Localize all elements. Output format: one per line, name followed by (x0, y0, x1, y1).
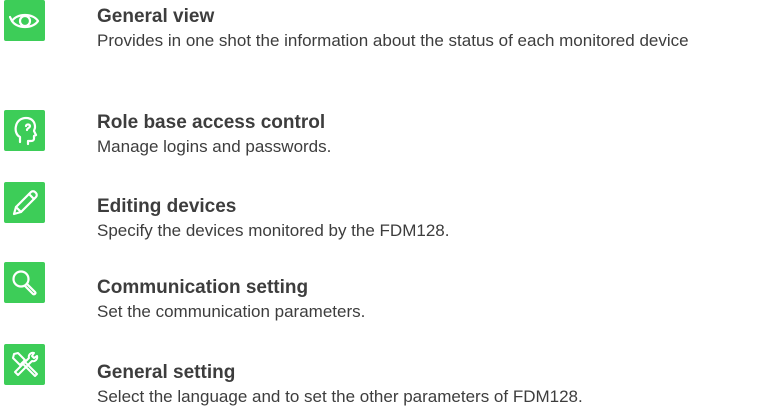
feature-description: Manage logins and passwords. (97, 137, 332, 156)
feature-title: Role base access control (97, 112, 326, 133)
feature-title: Communication setting (97, 277, 309, 298)
search-icon (4, 262, 45, 303)
eye-icon (4, 0, 45, 41)
feature-description: Specify the devices monitored by the FDM… (97, 221, 450, 240)
user-profile-icon (4, 110, 45, 151)
feature-title: Editing devices (97, 196, 237, 217)
feature-description: Select the language and to set the other… (97, 387, 583, 406)
pen-icon (4, 182, 45, 223)
feature-description: Set the communication parameters. (97, 302, 366, 321)
feature-description: Provides in one shot the information abo… (97, 31, 689, 50)
feature-title: General setting (97, 362, 236, 383)
tools-icon (4, 344, 45, 385)
feature-title: General view (97, 6, 215, 27)
